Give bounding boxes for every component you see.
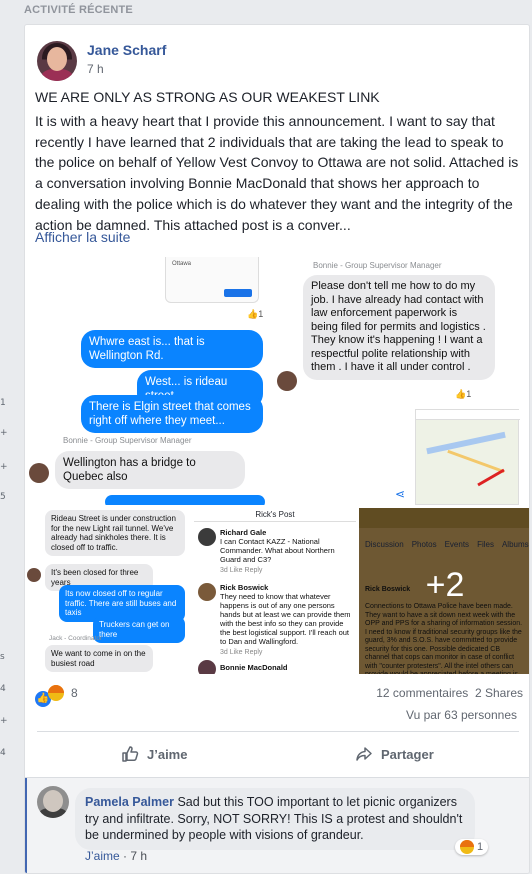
comment-like-link[interactable]: J’aime bbox=[85, 849, 120, 863]
author-avatar[interactable] bbox=[37, 41, 77, 81]
more-photos-count[interactable]: +2 bbox=[359, 566, 529, 605]
commenter-name[interactable]: Pamela Palmer bbox=[85, 795, 174, 809]
share-arrow-icon bbox=[356, 747, 372, 761]
photo-5[interactable]: Discussion Photos Events Files Albums Ri… bbox=[359, 508, 529, 674]
left-strip-tick: + bbox=[0, 428, 8, 438]
sender-label: Bonnie - Group Supervisor Manager bbox=[63, 436, 192, 445]
section-title: ACTIVITÉ RÉCENTE bbox=[24, 4, 133, 16]
photo-1[interactable]: Ottawa 👍1 Whwre east is... that is Welli… bbox=[25, 257, 272, 505]
message-bubble: We want to come in on the busiest road bbox=[45, 645, 153, 672]
thread-comment: Richard Gale I can Contact KAZZ - Nationa… bbox=[220, 528, 335, 564]
message-bubble: Please don't tell me how to do my job. I… bbox=[303, 275, 495, 380]
commenter-avatar[interactable] bbox=[37, 786, 69, 818]
thumbs-up-icon bbox=[122, 746, 139, 762]
post-stats: 👍 8 12 commentaires 2 Shares bbox=[35, 685, 523, 707]
thread-comment: Rick Boswick They need to know that whate… bbox=[220, 583, 351, 646]
reaction-icons[interactable]: 👍 bbox=[35, 685, 64, 707]
left-sidebar-strip: 1 + + 5 s 4 + 4 bbox=[0, 0, 12, 865]
photo-3[interactable]: Rideau Street is under construction for … bbox=[25, 508, 191, 674]
comment-time[interactable]: 7 h bbox=[130, 849, 147, 863]
map-screenshot bbox=[415, 409, 520, 505]
left-strip-tick: s bbox=[0, 652, 5, 662]
share-icon: ⋖ bbox=[395, 487, 406, 501]
angry-reaction-icon bbox=[48, 685, 64, 701]
comment-bubble: Pamela Palmer Sad but this TOO important… bbox=[75, 788, 475, 850]
post-card: Jane Scharf 7 h WE ARE ONLY AS STRONG AS… bbox=[24, 24, 530, 874]
comment-meta: J’aime · 7 h bbox=[85, 849, 148, 863]
left-strip-tick: + bbox=[0, 716, 8, 726]
left-strip-tick: + bbox=[0, 462, 8, 472]
post-title: WE ARE ONLY AS STRONG AS OUR WEAKEST LIN… bbox=[35, 89, 380, 105]
left-strip-tick: 5 bbox=[0, 492, 6, 502]
comments-shares[interactable]: 12 commentaires 2 Shares bbox=[376, 686, 523, 700]
message-bubble: Rideau Street is under construction for … bbox=[45, 510, 185, 556]
angry-reaction-icon bbox=[460, 840, 474, 854]
map-preview: Ottawa bbox=[165, 257, 259, 303]
sender-label: Jack - Coordinator bbox=[49, 635, 103, 642]
comment-reaction-badge[interactable]: 1 bbox=[455, 839, 489, 855]
share-button[interactable]: Partager bbox=[355, 741, 434, 767]
see-more-link[interactable]: Afficher la suite bbox=[35, 229, 130, 245]
photo-2[interactable]: Bonnie - Group Supervisor Manager Please… bbox=[275, 257, 529, 505]
sender-label: Bonnie - Group Supervisor Manager bbox=[313, 261, 442, 270]
message-bubble: Whwre east is... that is Wellington Rd. bbox=[81, 330, 263, 368]
like-count: 👍1 bbox=[455, 389, 472, 399]
sender-avatar bbox=[277, 371, 297, 391]
screenshot-header: Rick's Post bbox=[194, 508, 356, 522]
like-count: 👍1 bbox=[247, 309, 264, 319]
message-bubble: There is Elgin street that comes right o… bbox=[81, 395, 263, 433]
author-name[interactable]: Jane Scharf bbox=[87, 42, 166, 58]
view-count[interactable]: Vu par 63 personnes bbox=[406, 708, 517, 722]
reaction-count[interactable]: 8 bbox=[71, 686, 78, 700]
left-strip-tick: 1 bbox=[0, 398, 6, 408]
photo-grid: Ottawa 👍1 Whwre east is... that is Welli… bbox=[25, 257, 529, 675]
thread-comment: Bonnie MacDonald bbox=[220, 663, 288, 672]
left-strip-tick: 4 bbox=[0, 748, 6, 758]
like-button[interactable]: J’aime bbox=[121, 741, 187, 767]
message-bubble: Wellington has a bridge to Quebec also bbox=[55, 451, 245, 489]
divider bbox=[37, 731, 519, 732]
post-body: It is with a heavy heart that I provide … bbox=[35, 113, 519, 233]
left-strip-tick: 4 bbox=[0, 684, 6, 694]
photo-4[interactable]: Rick's Post Richard Gale I can Contact KA… bbox=[194, 508, 356, 674]
post-timestamp[interactable]: 7 h bbox=[87, 62, 104, 76]
sender-avatar bbox=[29, 463, 49, 483]
message-bubble: Truckers can get on there bbox=[93, 616, 185, 643]
